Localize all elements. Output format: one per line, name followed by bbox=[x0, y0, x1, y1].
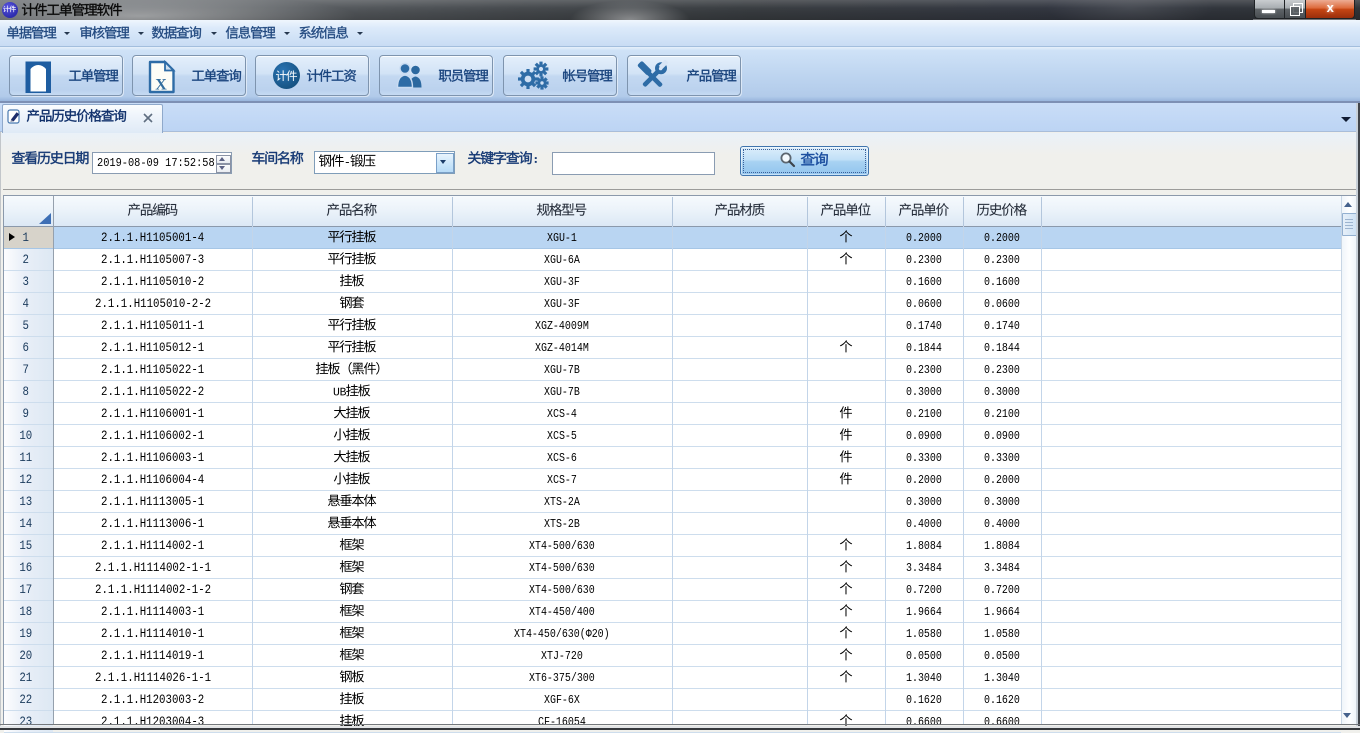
svg-text:X: X bbox=[155, 77, 167, 94]
